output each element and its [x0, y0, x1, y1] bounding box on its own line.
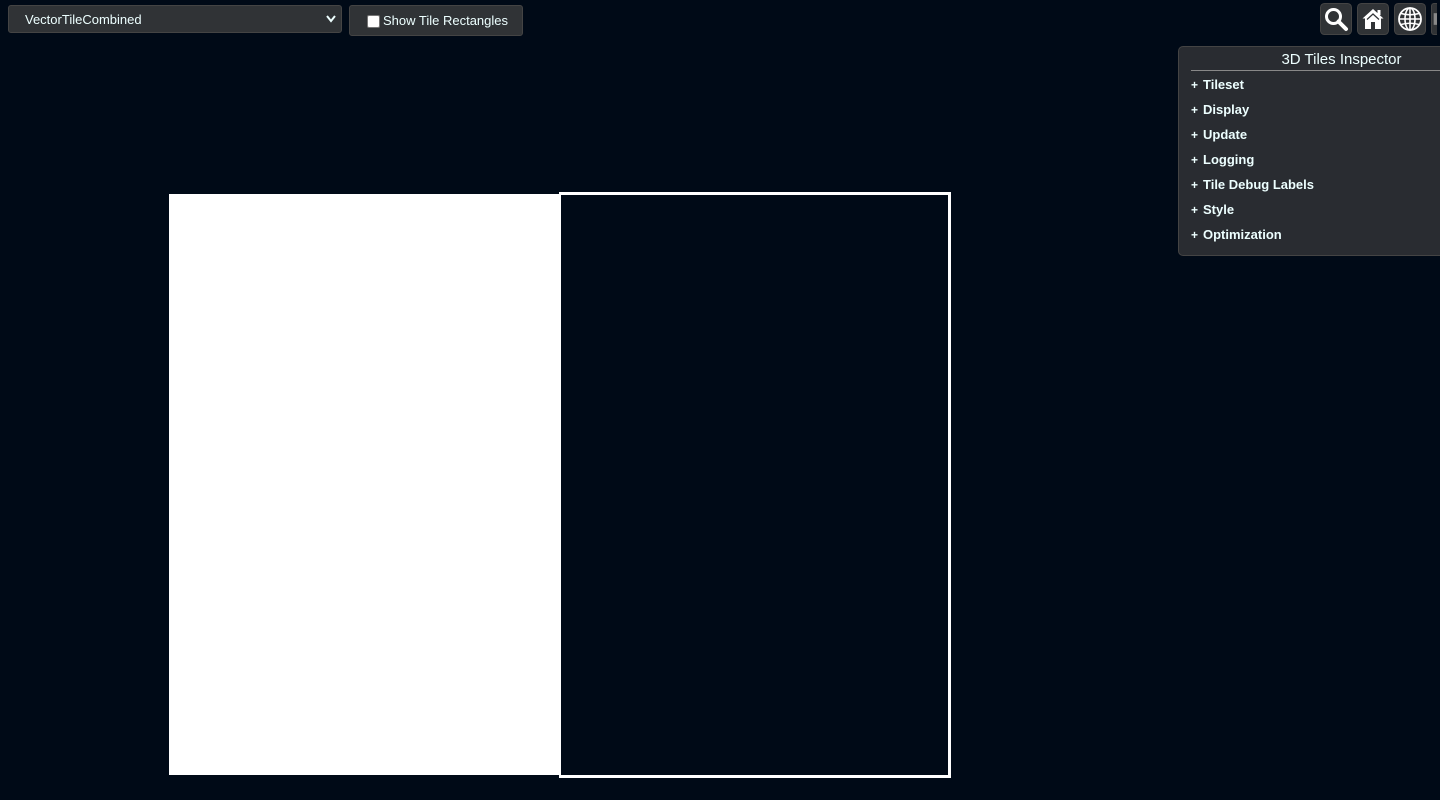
search-icon — [1325, 8, 1348, 31]
expand-icon: + — [1191, 127, 1199, 142]
inspector-title[interactable]: 3D Tiles Inspector — [1179, 47, 1440, 69]
expand-icon: + — [1191, 177, 1199, 192]
home-icon — [1362, 9, 1384, 29]
inspector-section-tile-debug-labels[interactable]: + Tile Debug Labels — [1179, 172, 1440, 197]
expand-icon: + — [1191, 77, 1199, 92]
viewer-toolbar — [1320, 3, 1437, 35]
section-label: Tileset — [1203, 77, 1244, 92]
help-icon — [1433, 13, 1437, 25]
section-label: Tile Debug Labels — [1203, 177, 1315, 192]
inspector-section-update[interactable]: + Update — [1179, 122, 1440, 147]
section-label: Optimization — [1203, 227, 1282, 242]
vector-tile-outline — [559, 192, 951, 778]
tileset-select-value: VectorTileCombined — [25, 12, 142, 27]
expand-icon: + — [1191, 227, 1199, 242]
expand-icon: + — [1191, 202, 1199, 217]
section-label: Logging — [1203, 152, 1255, 167]
vector-tile-filled — [169, 194, 559, 775]
inspector-section-display[interactable]: + Display — [1179, 97, 1440, 122]
expand-icon: + — [1191, 102, 1199, 117]
section-label: Display — [1203, 102, 1250, 117]
tileset-select[interactable]: VectorTileCombined — [8, 5, 342, 33]
inspector-section-optimization[interactable]: + Optimization — [1179, 222, 1440, 247]
show-tile-rectangles-toggle[interactable]: Show Tile Rectangles — [349, 5, 523, 36]
section-label: Update — [1203, 127, 1248, 142]
expand-icon: + — [1191, 152, 1199, 167]
scene-mode-button[interactable] — [1394, 3, 1426, 35]
cesium-viewer[interactable]: VectorTileCombined Show Tile Rectangles — [0, 0, 1440, 800]
search-button[interactable] — [1320, 3, 1352, 35]
show-tile-rectangles-checkbox[interactable] — [367, 15, 380, 28]
sandcastle-toolbar: VectorTileCombined Show Tile Rectangles — [8, 5, 523, 36]
inspector-section-style[interactable]: + Style — [1179, 197, 1440, 222]
navigation-help-button[interactable] — [1431, 3, 1437, 35]
globe-icon — [1398, 7, 1422, 31]
chevron-down-icon — [326, 15, 336, 23]
inspector-section-logging[interactable]: + Logging — [1179, 147, 1440, 172]
show-tile-rectangles-label: Show Tile Rectangles — [383, 13, 509, 28]
home-button[interactable] — [1357, 3, 1389, 35]
inspector-section-tileset[interactable]: + Tileset — [1179, 72, 1440, 97]
3d-tiles-inspector: 3D Tiles Inspector + Tileset + Display +… — [1178, 46, 1440, 256]
section-label: Style — [1203, 202, 1235, 217]
